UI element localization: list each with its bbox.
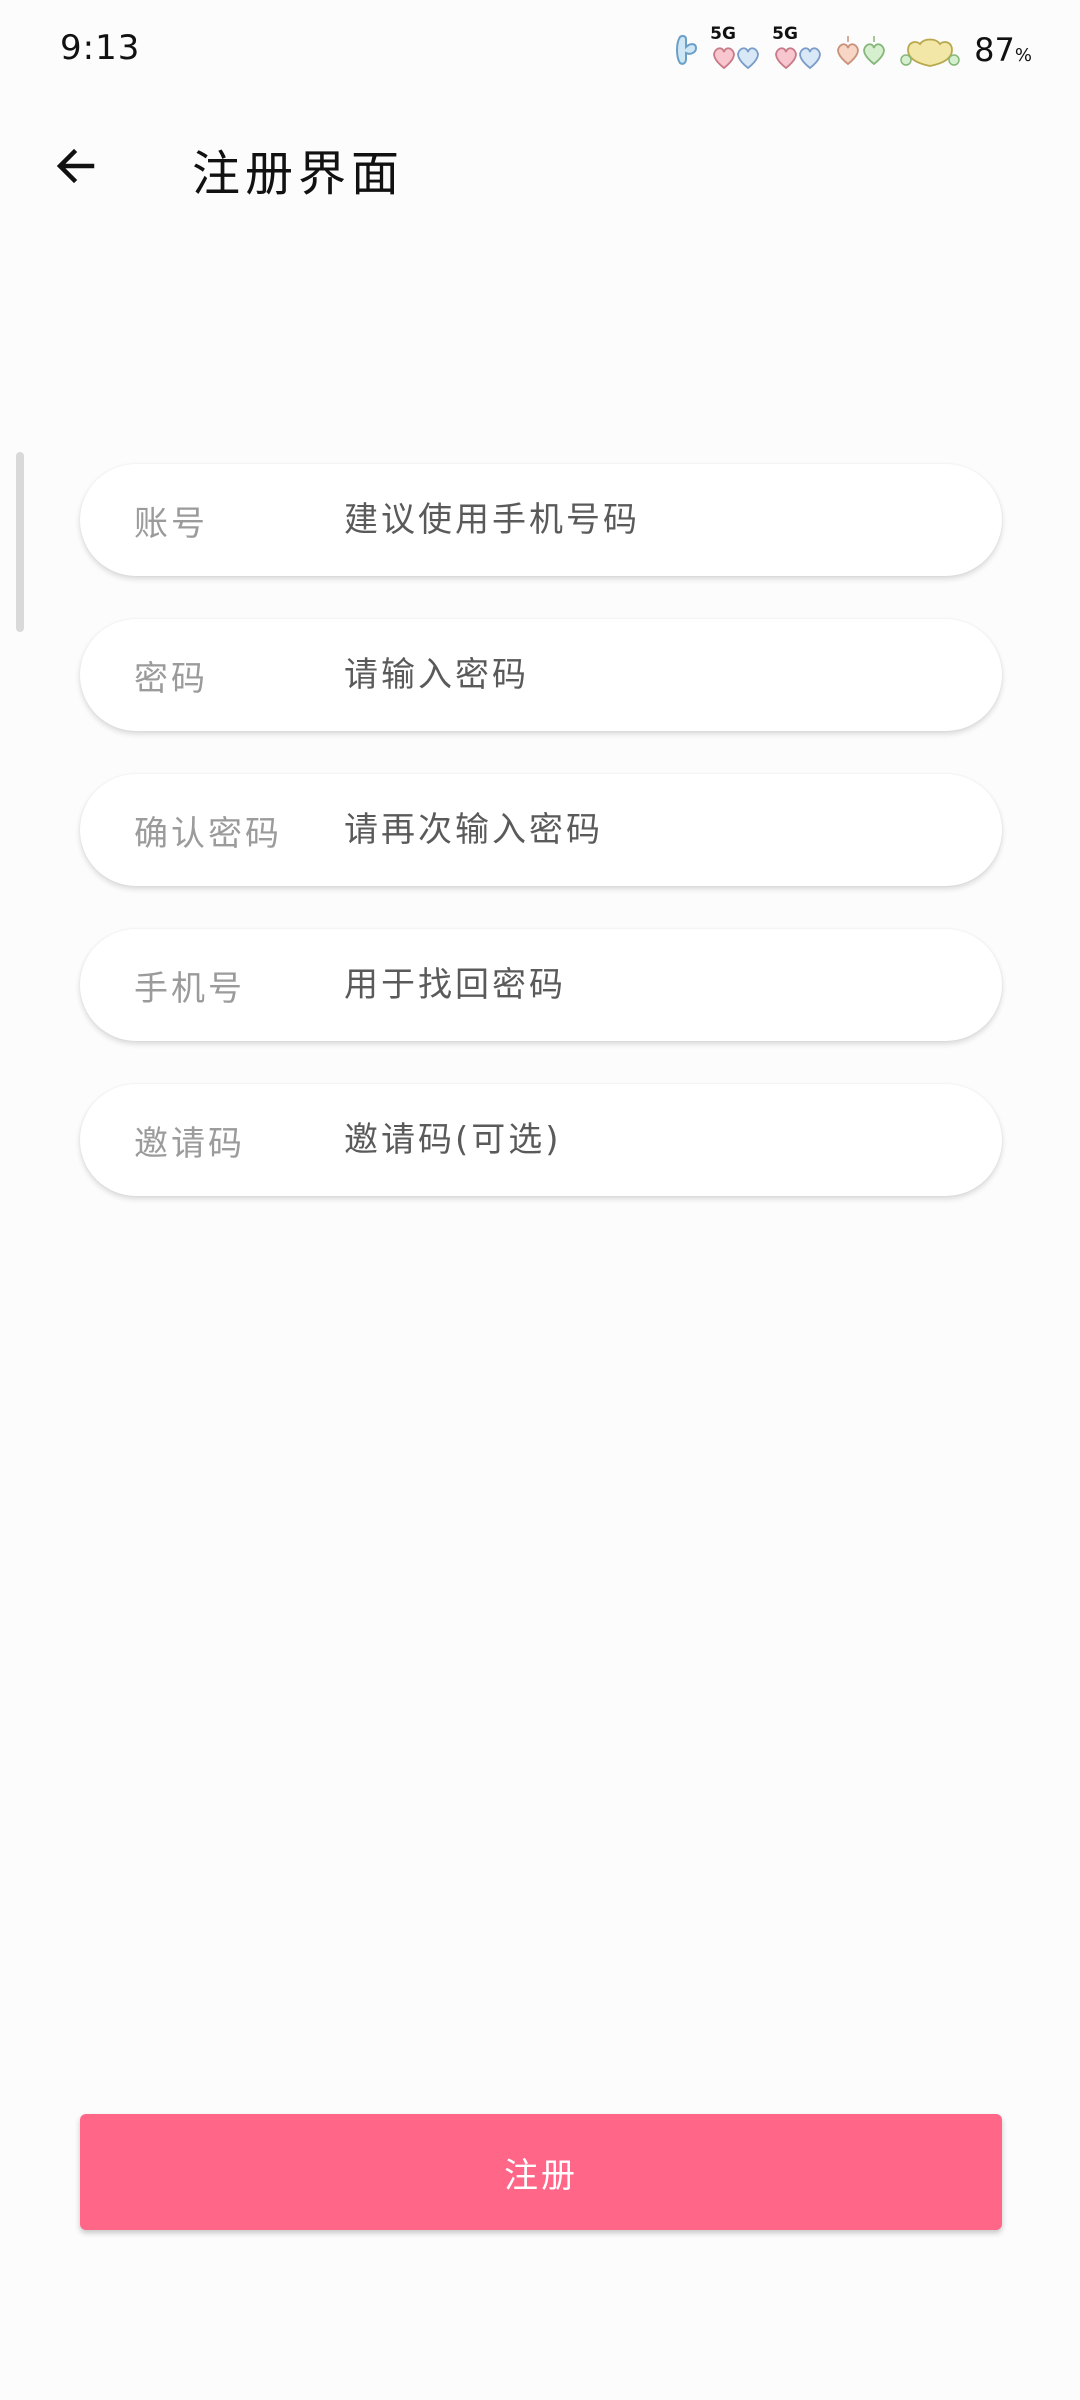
password-label: 密码 [134,658,208,699]
scroll-indicator [16,452,24,632]
account-label: 账号 [134,503,208,544]
signal-heart-icon: 5G [710,24,762,72]
account-field[interactable]: 账号 [80,464,1002,576]
battery-heart-icon [900,38,960,67]
register-button[interactable]: 注册 [80,2114,1002,2230]
arrow-left-icon [56,148,95,184]
app-bar: 注册界面 [0,110,1080,220]
signal-heart-icon: 5G [772,24,824,72]
page-title: 注册界面 [192,146,405,202]
phone-label: 手机号 [134,968,245,1009]
battery-level: 87% [974,31,1032,69]
network-type-label: 5G [710,24,736,44]
status-time: 9:13 [60,28,141,68]
network-type-label: 5G [772,24,798,44]
invite-code-label: 邀请码 [134,1123,245,1164]
custom-status-icon [676,34,698,65]
status-icons: 5G 5G 87% [674,24,1032,72]
phone-field[interactable]: 手机号 [80,929,1002,1041]
back-button[interactable] [40,130,112,202]
confirm-password-label: 确认密码 [134,813,282,854]
battery-percent: 87 [974,31,1015,69]
love-hearts-icon [837,36,885,66]
confirm-password-input[interactable] [344,800,964,860]
invite-code-input[interactable] [344,1110,964,1170]
confirm-password-field[interactable]: 确认密码 [80,774,1002,886]
invite-code-field[interactable]: 邀请码 [80,1084,1002,1196]
account-input[interactable] [344,490,964,550]
password-input[interactable] [344,645,964,705]
status-bar: 9:13 5G 5G 87% [0,0,1080,100]
phone-input[interactable] [344,955,964,1015]
password-field[interactable]: 密码 [80,619,1002,731]
battery-unit: % [1014,45,1032,66]
